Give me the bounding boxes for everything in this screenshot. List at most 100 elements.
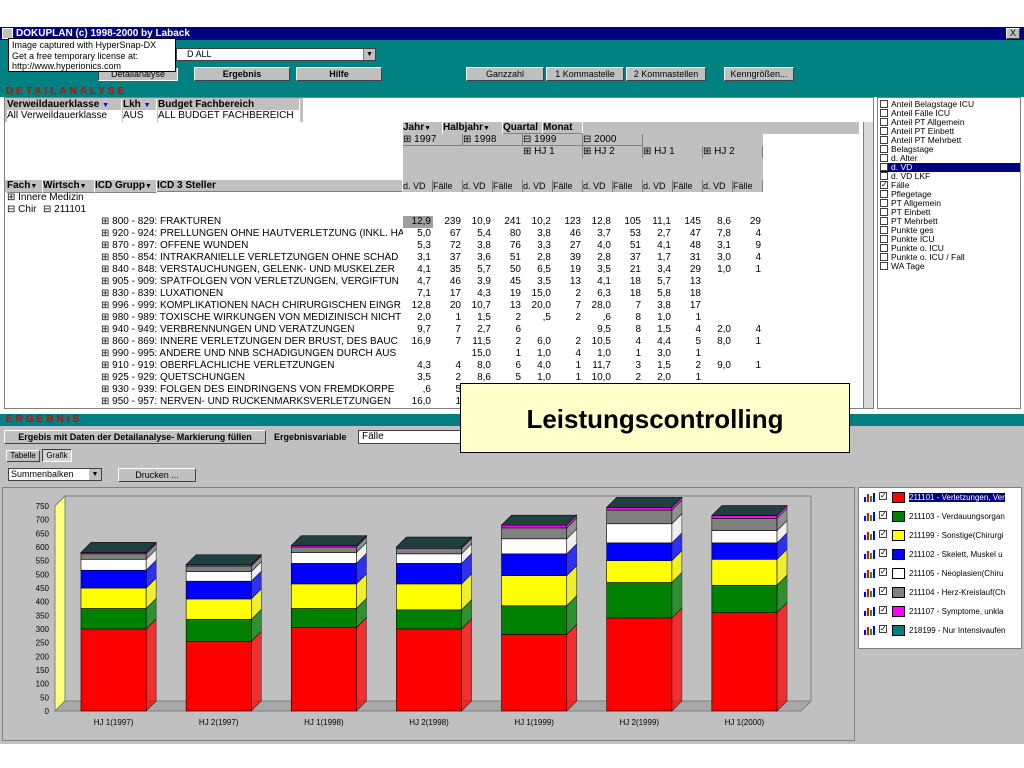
- bar-segment[interactable]: [396, 583, 462, 611]
- chevron-down-icon[interactable]: ▼: [89, 469, 101, 480]
- table-cell[interactable]: 4,7: [403, 276, 433, 288]
- table-cell[interactable]: 50: [493, 264, 523, 276]
- table-cell[interactable]: 18: [673, 288, 703, 300]
- table-cell[interactable]: 1,0: [583, 348, 613, 360]
- table-cell[interactable]: 39: [553, 252, 583, 264]
- table-row[interactable]: ⊞ 860 - 869: INNERE VERLETZUNGEN DER BRU…: [101, 336, 403, 348]
- table-cell[interactable]: 1: [733, 360, 763, 372]
- table-cell[interactable]: 15,0: [463, 348, 493, 360]
- table-cell[interactable]: 13: [493, 300, 523, 312]
- coldim-monat[interactable]: Monat: [543, 122, 583, 134]
- year-header[interactable]: ⊞ 1998: [463, 134, 523, 146]
- table-cell[interactable]: 6,0: [523, 336, 553, 348]
- bar-segment[interactable]: [185, 619, 252, 642]
- table-cell[interactable]: 1,5: [643, 324, 673, 336]
- bar-segment[interactable]: [501, 605, 568, 635]
- table-row[interactable]: ⊞ 990 - 995: ANDERE UND NNB SCHÄDIGUNGEN…: [101, 348, 403, 360]
- table-cell[interactable]: 1: [673, 348, 703, 360]
- table-cell[interactable]: 20: [433, 300, 463, 312]
- table-cell[interactable]: 1: [433, 312, 463, 324]
- table-row[interactable]: ⊞ 850 - 854: INTRAKRANIELLE VERLETZUNGEN…: [101, 252, 403, 264]
- table-cell[interactable]: 35: [433, 264, 463, 276]
- checkbox[interactable]: [880, 100, 888, 108]
- bar-segment[interactable]: [501, 553, 568, 577]
- chevron-down-icon[interactable]: ▼: [363, 49, 375, 60]
- bar-segment[interactable]: [501, 634, 568, 712]
- table-cell[interactable]: 3,5: [403, 372, 433, 384]
- bar-segment[interactable]: [501, 538, 568, 555]
- bar-segment[interactable]: [501, 575, 568, 607]
- table-row[interactable]: ⊞ 930 - 939: FOLGEN DES EINDRINGENS VON …: [101, 384, 403, 396]
- checkbox[interactable]: ✓: [879, 492, 887, 500]
- bar-segment[interactable]: [711, 612, 778, 712]
- table-cell[interactable]: 27: [553, 240, 583, 252]
- table-cell[interactable]: 1: [673, 312, 703, 324]
- table-cell[interactable]: 28,0: [583, 300, 613, 312]
- legend-entry[interactable]: ✓ 211101 - Verletzungen, Ver: [863, 492, 1019, 504]
- bar-segment[interactable]: [711, 559, 778, 586]
- table-cell[interactable]: 46: [553, 228, 583, 240]
- table-cell[interactable]: 10,2: [523, 216, 553, 228]
- table-cell[interactable]: 4,1: [403, 264, 433, 276]
- bar-segment[interactable]: [501, 527, 568, 540]
- tab-tabelle[interactable]: Tabelle: [6, 450, 40, 462]
- table-cell[interactable]: 10,5: [583, 336, 613, 348]
- table-row[interactable]: ⊞ 905 - 909: SPÄTFOLGEN VON VERLETZUNGEN…: [101, 276, 403, 288]
- checkbox[interactable]: [880, 190, 888, 198]
- table-cell[interactable]: 29: [673, 264, 703, 276]
- table-cell[interactable]: 53: [613, 228, 643, 240]
- table-cell[interactable]: 20,0: [523, 300, 553, 312]
- format-two-decimal-button[interactable]: 2 Kommastellen: [626, 67, 706, 81]
- bar-segment[interactable]: [185, 571, 252, 582]
- table-cell[interactable]: 4: [733, 252, 763, 264]
- checkbox[interactable]: [880, 145, 888, 153]
- row-group-chir[interactable]: ⊟ Chir: [7, 204, 43, 216]
- legend-entry[interactable]: ✓ 211199 - Sonstige(Chirurgi: [863, 530, 1019, 542]
- table-cell[interactable]: 241: [493, 216, 523, 228]
- table-cell[interactable]: 5,7: [643, 276, 673, 288]
- table-cell[interactable]: 3,4: [643, 264, 673, 276]
- bar-segment[interactable]: [396, 563, 462, 585]
- table-row[interactable]: ⊞ 830 - 839: LUXATIONEN: [101, 288, 403, 300]
- table-row[interactable]: ⊞ 900 - 904: VERLETZUNGEN DER BLUTGEFÄSS…: [101, 408, 403, 409]
- table-cell[interactable]: 4,0: [583, 240, 613, 252]
- table-cell[interactable]: 18: [613, 288, 643, 300]
- table-row[interactable]: ⊞ 840 - 848: VERSTAUCHUNGEN, GELENK- UND…: [101, 264, 403, 276]
- table-cell[interactable]: 3,7: [583, 228, 613, 240]
- checkbox[interactable]: [880, 262, 888, 270]
- bar-segment[interactable]: [80, 553, 147, 560]
- table-cell[interactable]: 1: [433, 408, 463, 409]
- table-cell[interactable]: 1: [553, 360, 583, 372]
- checkbox[interactable]: [880, 199, 888, 207]
- table-cell[interactable]: 10,9: [463, 216, 493, 228]
- table-cell[interactable]: 3,3: [523, 240, 553, 252]
- table-cell[interactable]: 4: [433, 360, 463, 372]
- checkbox[interactable]: ✓: [879, 606, 887, 614]
- table-cell[interactable]: 105: [613, 216, 643, 228]
- checkbox[interactable]: [880, 109, 888, 117]
- rowdim-icd-3steller[interactable]: ICD 3 Steller: [157, 180, 403, 192]
- table-cell[interactable]: 10,7: [463, 300, 493, 312]
- table-cell[interactable]: 11,5: [463, 336, 493, 348]
- table-cell[interactable]: ,6: [403, 384, 433, 396]
- bar-segment[interactable]: [606, 507, 673, 511]
- table-cell[interactable]: 2: [673, 360, 703, 372]
- table-cell[interactable]: 1: [493, 348, 523, 360]
- bar-segment[interactable]: [606, 509, 673, 525]
- table-cell[interactable]: 4,1: [643, 240, 673, 252]
- table-cell[interactable]: 3,6: [463, 252, 493, 264]
- checkbox[interactable]: ✓: [879, 511, 887, 519]
- legend-entry[interactable]: ✓ 218199 - Nur Intensivaufen: [863, 625, 1019, 637]
- measure-list-item[interactable]: WA Tage: [880, 262, 1020, 271]
- table-cell[interactable]: 5: [433, 384, 463, 396]
- table-cell[interactable]: 2,7: [463, 324, 493, 336]
- table-cell[interactable]: 1: [733, 264, 763, 276]
- table-cell[interactable]: 12,8: [403, 300, 433, 312]
- checkbox[interactable]: [880, 154, 888, 162]
- table-cell[interactable]: 19: [553, 264, 583, 276]
- table-cell[interactable]: 1,7: [643, 252, 673, 264]
- table-cell[interactable]: 4: [673, 324, 703, 336]
- checkbox[interactable]: [880, 217, 888, 225]
- table-cell[interactable]: 9: [733, 240, 763, 252]
- table-cell[interactable]: 4,3: [463, 288, 493, 300]
